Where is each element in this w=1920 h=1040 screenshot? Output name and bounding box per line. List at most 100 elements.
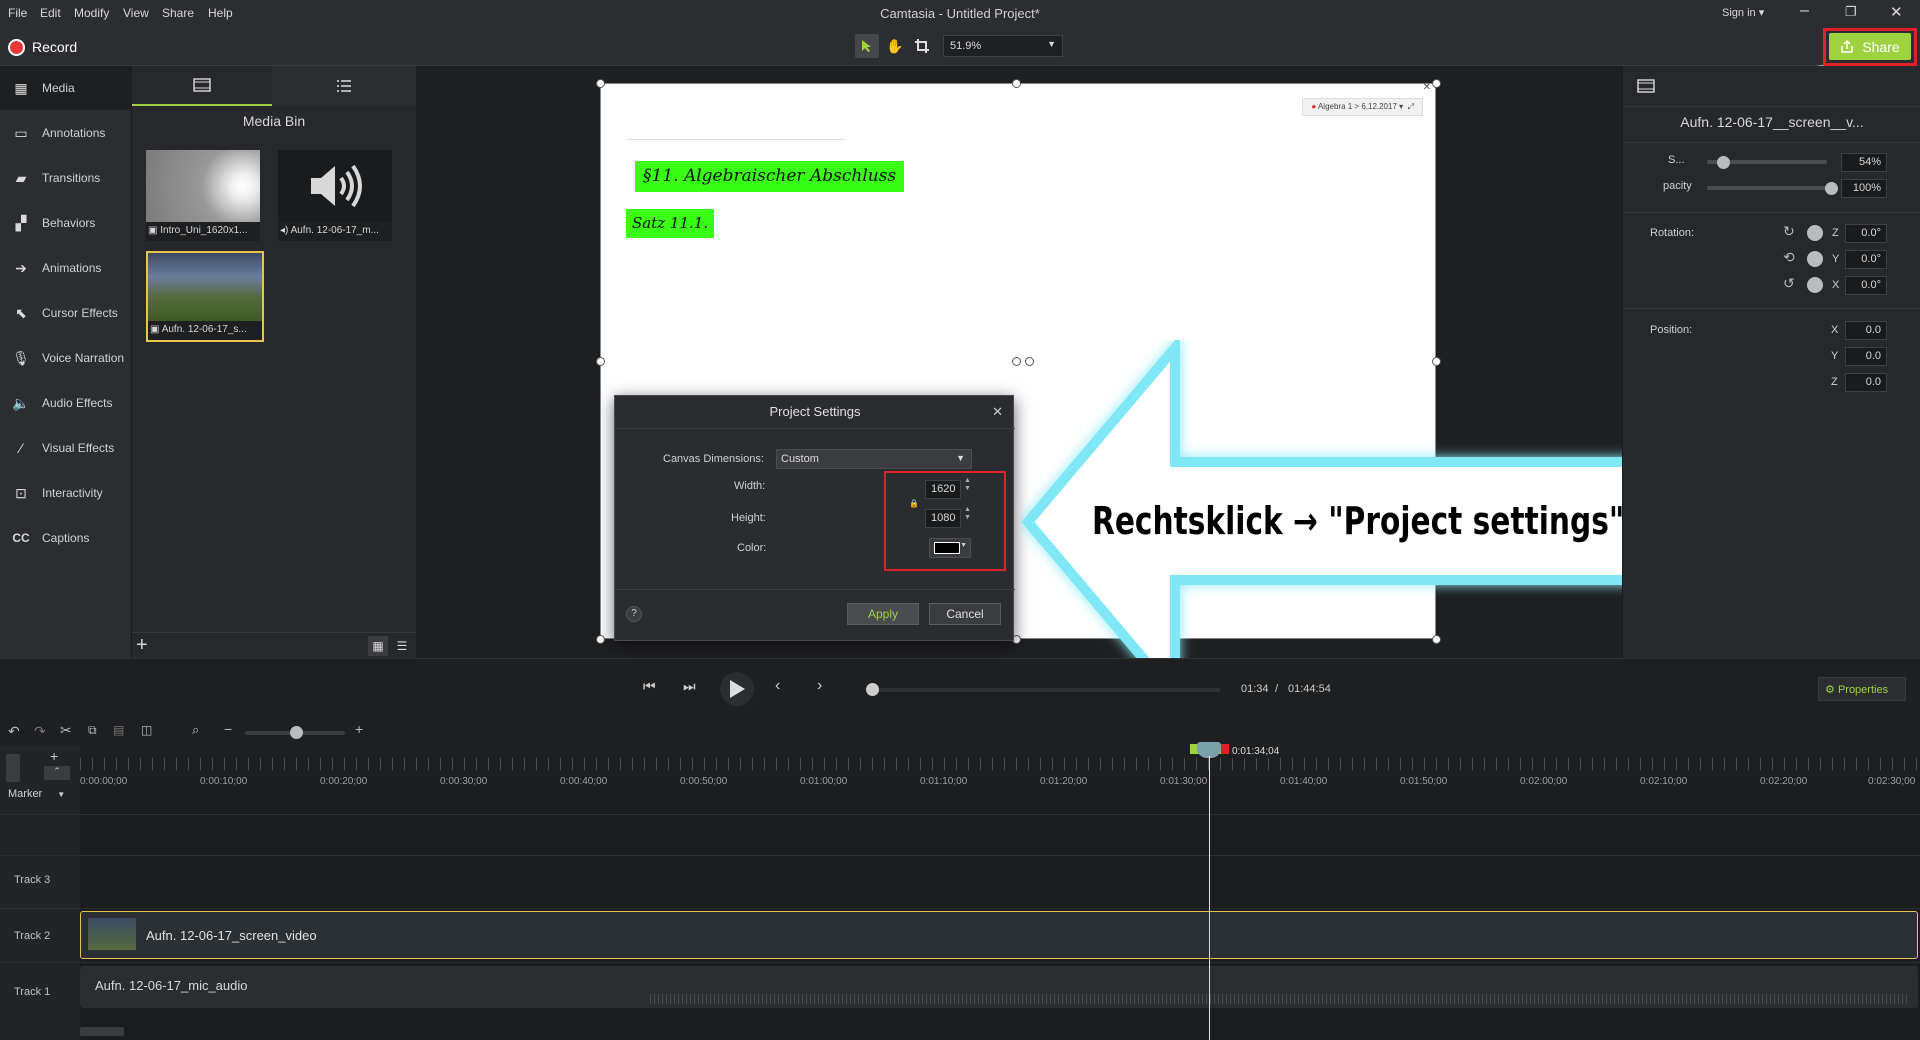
media-item-selected[interactable]: ▣ Aufn. 12-06-17_s... <box>146 251 264 342</box>
copy-icon[interactable]: ⧉ <box>88 723 97 738</box>
resize-handle[interactable] <box>596 357 605 366</box>
selection-end-marker[interactable] <box>1221 744 1229 754</box>
playhead-time: 0:01:34;04 <box>1232 746 1280 757</box>
close-small-icon[interactable]: ✕ <box>1423 82 1431 93</box>
track-height-handle[interactable] <box>6 754 20 782</box>
tool-interactivity[interactable]: ⊡ Interactivity <box>0 471 132 515</box>
menu-help[interactable]: Help <box>208 6 233 20</box>
scrub-knob[interactable] <box>866 683 879 696</box>
track-2-label[interactable]: Track 2 <box>0 930 80 942</box>
play-button[interactable] <box>720 672 754 706</box>
marker-toggle[interactable]: Marker ▼ <box>8 788 65 800</box>
rotation-x-dial[interactable] <box>1807 277 1823 293</box>
split-icon[interactable]: ◫ <box>141 723 152 737</box>
ruler-tick-label: 0:00:30;00 <box>440 776 488 787</box>
tool-animations[interactable]: ➔ Animations <box>0 246 132 290</box>
collapse-icon[interactable]: ⌃ <box>44 766 70 780</box>
restore-icon[interactable]: ❐ <box>1845 4 1857 20</box>
add-media-icon[interactable]: + <box>136 634 148 657</box>
canvas-dimensions-select[interactable]: Custom ▼ <box>776 449 972 469</box>
minimize-icon[interactable]: – <box>1800 2 1809 20</box>
opacity-field[interactable]: 100% <box>1841 179 1887 198</box>
select-tool[interactable] <box>855 34 879 58</box>
next-marker-icon[interactable]: › <box>817 677 822 695</box>
properties-button[interactable]: ⚙ Properties <box>1818 677 1906 701</box>
tool-audio-effects[interactable]: 🔈 Audio Effects <box>0 381 132 425</box>
height-field[interactable]: 1080 <box>925 509 961 528</box>
position-x-field[interactable]: 0.0 <box>1845 321 1887 340</box>
step-back-icon[interactable]: ⏮ <box>643 678 656 695</box>
add-track-icon[interactable]: + <box>50 748 58 764</box>
cut-icon[interactable]: ✂ <box>60 722 72 739</box>
rotation-y-dial[interactable] <box>1807 251 1823 267</box>
rotation-y-field[interactable]: 0.0° <box>1845 250 1887 269</box>
tab-library[interactable] <box>272 66 416 106</box>
scale-slider-knob[interactable] <box>1717 156 1730 169</box>
help-button[interactable]: ? <box>626 606 642 622</box>
undo-icon[interactable]: ↶ <box>8 723 20 740</box>
position-y-field[interactable]: 0.0 <box>1845 347 1887 366</box>
media-item[interactable]: ▣ Intro_Uni_1620x1... <box>146 150 260 241</box>
tool-annotations[interactable]: ▭ Annotations <box>0 111 132 155</box>
prev-marker-icon[interactable]: ‹ <box>775 677 780 695</box>
audio-clip[interactable]: Aufn. 12-06-17_mic_audio <box>80 966 1918 1008</box>
close-icon[interactable]: ✕ <box>1890 3 1903 21</box>
crop-tool[interactable] <box>910 34 934 58</box>
lock-icon[interactable]: 🔒 <box>909 499 919 508</box>
tool-behaviors[interactable]: ▞ Behaviors <box>0 201 132 245</box>
apply-button[interactable]: Apply <box>847 603 919 625</box>
timeline-zoom-knob[interactable] <box>290 726 303 739</box>
annotation-icon: ▭ <box>14 124 28 141</box>
timeline-scrollbar[interactable] <box>80 1027 124 1036</box>
rotation-z-field[interactable]: 0.0° <box>1845 224 1887 243</box>
tool-transitions[interactable]: ▰ Transitions <box>0 156 132 200</box>
opacity-slider[interactable] <box>1707 186 1827 190</box>
resize-handle[interactable] <box>596 79 605 88</box>
scale-field[interactable]: 54% <box>1841 153 1887 172</box>
resize-handle[interactable] <box>1432 79 1441 88</box>
menu-file[interactable]: File <box>8 6 27 20</box>
stepper-icon[interactable]: ▲ ▼ <box>964 506 971 522</box>
rotation-x-field[interactable]: 0.0° <box>1845 276 1887 295</box>
zoom-out-icon[interactable]: − <box>224 721 232 737</box>
resize-handle[interactable] <box>1012 79 1021 88</box>
stepper-icon[interactable]: ▲ ▼ <box>964 477 971 493</box>
tool-voice-narration[interactable]: 🎙 Voice Narration <box>0 336 132 380</box>
tool-visual-effects[interactable]: ⁄ Visual Effects <box>0 426 132 470</box>
tab-media-bin[interactable] <box>132 66 272 106</box>
zoom-in-icon[interactable]: + <box>355 721 363 737</box>
record-button[interactable]: Record <box>32 39 77 55</box>
menu-modify[interactable]: Modify <box>74 6 109 20</box>
width-field[interactable]: 1620 <box>925 480 961 499</box>
paste-icon[interactable]: ▤ <box>113 723 124 737</box>
grid-view-icon[interactable]: ▦ <box>368 636 388 656</box>
media-item[interactable]: ◂) Aufn. 12-06-17_m... <box>278 150 392 241</box>
video-clip[interactable]: Aufn. 12-06-17_screen_video <box>80 911 1918 959</box>
color-picker[interactable]: ▼ <box>929 538 971 558</box>
scrub-bar[interactable] <box>868 688 1220 692</box>
divider <box>0 962 1920 963</box>
tool-captions[interactable]: CC Captions <box>0 516 132 560</box>
tool-media[interactable]: ▦ Media <box>0 66 132 110</box>
menu-share[interactable]: Share <box>162 6 194 20</box>
step-forward-icon[interactable]: ⏭ <box>683 678 696 695</box>
dialog-close-icon[interactable]: ✕ <box>992 404 1003 420</box>
menu-view[interactable]: View <box>123 6 149 20</box>
tool-cursor-effects[interactable]: ⬉ Cursor Effects <box>0 291 132 335</box>
tab-visual-properties[interactable] <box>1623 66 1669 106</box>
track-3-label[interactable]: Track 3 <box>0 874 80 886</box>
opacity-slider-knob[interactable] <box>1825 182 1838 195</box>
share-button[interactable]: Share <box>1829 33 1911 60</box>
track-1-label[interactable]: Track 1 <box>0 986 80 998</box>
list-view-icon[interactable]: ☰ <box>392 636 412 656</box>
position-z-field[interactable]: 0.0 <box>1845 373 1887 392</box>
pan-tool[interactable]: ✋ <box>883 34 907 58</box>
redo-icon[interactable]: ↷ <box>34 723 46 740</box>
cancel-button[interactable]: Cancel <box>929 603 1001 625</box>
resize-handle[interactable] <box>596 635 605 644</box>
menu-edit[interactable]: Edit <box>40 6 61 20</box>
rotation-z-dial[interactable] <box>1807 225 1823 241</box>
zoom-select[interactable]: 51.9% ▼ <box>943 35 1063 57</box>
zoom-icon[interactable]: ⌕ <box>192 722 199 738</box>
signin-button[interactable]: Sign in ▾ <box>1722 6 1764 19</box>
